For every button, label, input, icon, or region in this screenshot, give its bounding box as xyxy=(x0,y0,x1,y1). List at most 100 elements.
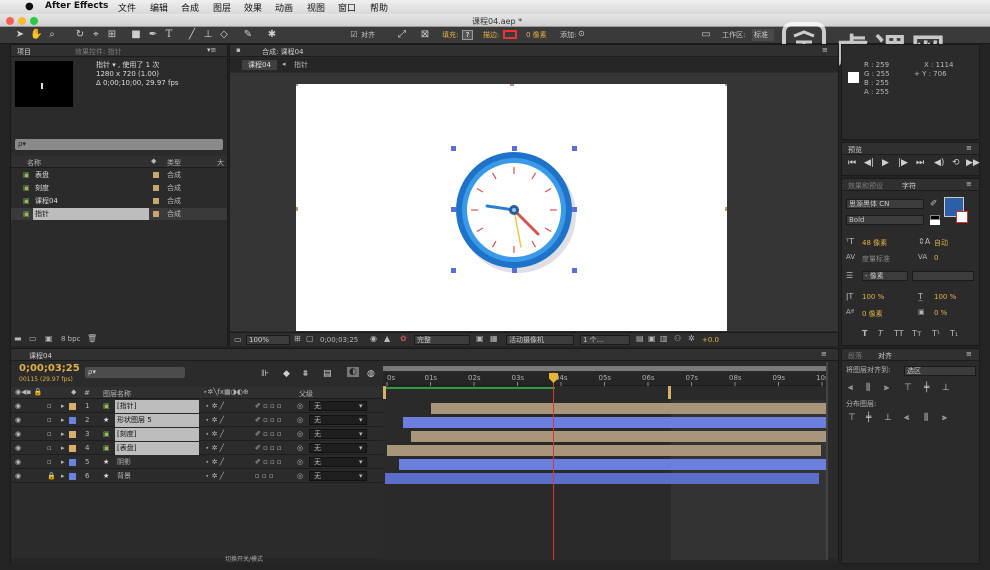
views-dropdown[interactable]: 1 个... xyxy=(580,335,630,345)
timeline-layer-row[interactable]: ◉ ▫ ▸ 1 ▣ [指针] ⋆ ✲ ╱ ✐ ▫ ▫ ▫ ◎ 无 ▾ xyxy=(11,400,384,413)
menu-layer[interactable]: 图层 xyxy=(213,1,231,14)
label-color-swatch[interactable] xyxy=(69,417,76,424)
project-item-biaopan[interactable]: ▣ 表盘 合成 xyxy=(11,169,227,181)
pan-behind-tool-icon[interactable]: ⊞ xyxy=(106,29,118,41)
layer-duration-bar[interactable] xyxy=(385,473,819,484)
expand-arrow-icon[interactable]: ▸ xyxy=(61,470,65,483)
lock-toggle[interactable]: ▫ xyxy=(47,400,52,413)
layer-name[interactable]: [指针] xyxy=(115,400,199,413)
label-swatch[interactable] xyxy=(153,198,159,204)
menu-view[interactable]: 视图 xyxy=(307,1,325,14)
exposure-value[interactable]: +0.0 xyxy=(702,336,719,344)
audio-icon[interactable]: ◀) xyxy=(934,158,944,168)
lock-toggle[interactable]: ▫ xyxy=(47,428,52,441)
graph-editor-icon[interactable]: ◍ xyxy=(367,369,375,379)
timeline-layer-row[interactable]: ◉ 🔒 ▸ 6 ★ 背景 ⋆ ✲ ╱ ▫ ▫ ▫ ◎ 无 ▾ xyxy=(11,470,384,483)
time-ruler[interactable]: 0s 01s 02s 03s 04s 05s 06s 07s 08s 09s 10s xyxy=(383,372,829,386)
label-color-swatch[interactable] xyxy=(69,459,76,466)
rotate-tool-icon[interactable]: ↻ xyxy=(74,29,86,41)
column-name[interactable]: 名称 xyxy=(27,158,41,168)
timeline-layer-row[interactable]: ◉ ▫ ▸ 4 ▣ [表盘] ⋆ ✲ ╱ ✐ ▫ ▫ ▫ ◎ 无 ▾ xyxy=(11,442,384,455)
toggle-switches-button[interactable]: 切换开关/模式 xyxy=(225,554,263,563)
layer-name[interactable]: [刻度] xyxy=(115,428,199,441)
layer-duration-bar[interactable] xyxy=(403,417,826,428)
tab-preview[interactable]: 预览 xyxy=(848,145,862,155)
bpc-button[interactable]: 8 bpc xyxy=(61,335,80,343)
distribute-vcenter-icon[interactable]: ╪ xyxy=(866,413,871,423)
parent-pickwhip-icon[interactable]: ◎ xyxy=(297,428,303,441)
expand-arrow-icon[interactable]: ▸ xyxy=(61,414,65,427)
align-vcenter-icon[interactable]: ╪ xyxy=(924,383,929,393)
menu-composition[interactable]: 合成 xyxy=(181,1,199,14)
layer-switches-right[interactable]: ✐ ▫ ▫ ▫ xyxy=(255,456,282,469)
align-checkbox[interactable]: ☑ xyxy=(348,29,360,41)
project-item-kedu[interactable]: ▣ 刻度 合成 xyxy=(11,182,227,194)
menu-edit[interactable]: 编辑 xyxy=(150,1,168,14)
snap-icon[interactable]: ⤢ xyxy=(396,29,408,41)
baseline-value[interactable]: 0 像素 xyxy=(862,309,883,319)
label-swatch[interactable] xyxy=(153,185,159,191)
lock-icon[interactable]: ▪ xyxy=(236,46,241,54)
font-family-dropdown[interactable]: 思源黑体 CN xyxy=(846,199,924,209)
align-bottom-icon[interactable]: ⊥ xyxy=(942,383,950,393)
layer-switches-right[interactable]: ✐ ▫ ▫ ▫ xyxy=(255,428,282,441)
lock-toggle[interactable]: ▫ xyxy=(47,442,52,455)
small-caps-icon[interactable]: Tт xyxy=(912,329,922,338)
apple-icon[interactable]: ● xyxy=(25,1,34,12)
close-window-button[interactable] xyxy=(6,17,14,25)
clone-tool-icon[interactable]: ⊥ xyxy=(202,29,214,41)
layer-switches-right[interactable]: ✐ ▫ ▫ ▫ xyxy=(255,414,282,427)
last-frame-icon[interactable]: ⏭ xyxy=(916,158,924,168)
parent-pickwhip-icon[interactable]: ◎ xyxy=(297,470,303,483)
parent-pickwhip-icon[interactable]: ◎ xyxy=(297,400,303,413)
add-dropdown[interactable]: ⊙ xyxy=(578,29,585,38)
app-menu[interactable]: After Effects xyxy=(45,1,108,11)
distribute-right-icon[interactable]: ⫸ xyxy=(942,413,947,423)
layer-name[interactable]: 形状图层 5 xyxy=(115,414,199,427)
label-column-icon[interactable]: ◆ xyxy=(151,157,156,165)
new-comp-icon[interactable]: ▣ xyxy=(45,334,53,343)
vert-scale-value[interactable]: 100 % xyxy=(862,293,884,301)
project-item-zhizhen[interactable]: ▣ 指针 合成 xyxy=(11,208,227,220)
menu-file[interactable]: 文件 xyxy=(118,1,136,14)
distribute-bottom-icon[interactable]: ⊥ xyxy=(884,413,892,423)
rectangle-tool-icon[interactable]: ■ xyxy=(130,29,142,41)
column-number[interactable]: # xyxy=(84,389,90,397)
snap-grid-icon[interactable]: ⊠ xyxy=(419,29,431,41)
tab-composition[interactable]: 合成: 课程04 xyxy=(262,47,304,57)
column-layer-name[interactable]: 图层名称 xyxy=(103,389,131,399)
minimize-window-button[interactable] xyxy=(18,17,26,25)
menu-help[interactable]: 帮助 xyxy=(370,1,388,14)
leading-value[interactable]: 自动 xyxy=(934,238,948,248)
puppet-tool-icon[interactable]: ✱ xyxy=(266,29,278,41)
draft-3d-icon[interactable]: ◆ xyxy=(283,369,290,379)
layer-switches[interactable]: ⋆ ✲ ╱ xyxy=(205,428,224,441)
faux-italic-icon[interactable]: T xyxy=(878,329,883,338)
breadcrumb-item-kecheng04[interactable]: 课程04 xyxy=(242,60,277,70)
column-size[interactable]: 大 xyxy=(217,158,224,168)
delete-icon[interactable]: 🗑 xyxy=(87,334,97,343)
play-icon[interactable]: ▶ xyxy=(882,158,889,168)
zoom-window-button[interactable] xyxy=(30,17,38,25)
current-time-indicator[interactable] xyxy=(553,372,554,560)
layer-switches-right[interactable]: ✐ ▫ ▫ ▫ xyxy=(255,442,282,455)
layer-switches[interactable]: ⋆ ✲ ╱ xyxy=(205,470,224,483)
color-channels-icon[interactable]: ✿ xyxy=(400,334,407,343)
tab-align[interactable]: 对齐 xyxy=(878,351,892,361)
comp-mini-flowchart-icon[interactable]: ⊪ xyxy=(261,369,269,379)
align-to-dropdown[interactable]: 选区 xyxy=(904,366,976,376)
faux-bold-icon[interactable]: T xyxy=(862,329,867,338)
new-folder-icon[interactable]: ▭ xyxy=(29,334,37,343)
superscript-icon[interactable]: T¹ xyxy=(932,329,940,338)
label-column-icon[interactable]: ◆ xyxy=(71,388,76,396)
text-tool-icon[interactable]: T xyxy=(163,29,175,41)
expand-arrow-icon[interactable]: ▸ xyxy=(61,442,65,455)
pen-tool-icon[interactable]: ✒ xyxy=(147,29,159,41)
tab-effect-controls[interactable]: 效果控件: 指针 xyxy=(75,47,122,57)
fill-swatch[interactable]: ? xyxy=(462,30,473,40)
panel-menu-icon[interactable]: ≡ xyxy=(966,144,972,152)
eyedropper-icon[interactable]: ✐ xyxy=(930,199,938,209)
always-preview-icon[interactable]: ▭ xyxy=(234,335,242,344)
menu-window[interactable]: 窗口 xyxy=(338,1,356,14)
lock-toggle[interactable]: 🔒 xyxy=(47,470,56,483)
